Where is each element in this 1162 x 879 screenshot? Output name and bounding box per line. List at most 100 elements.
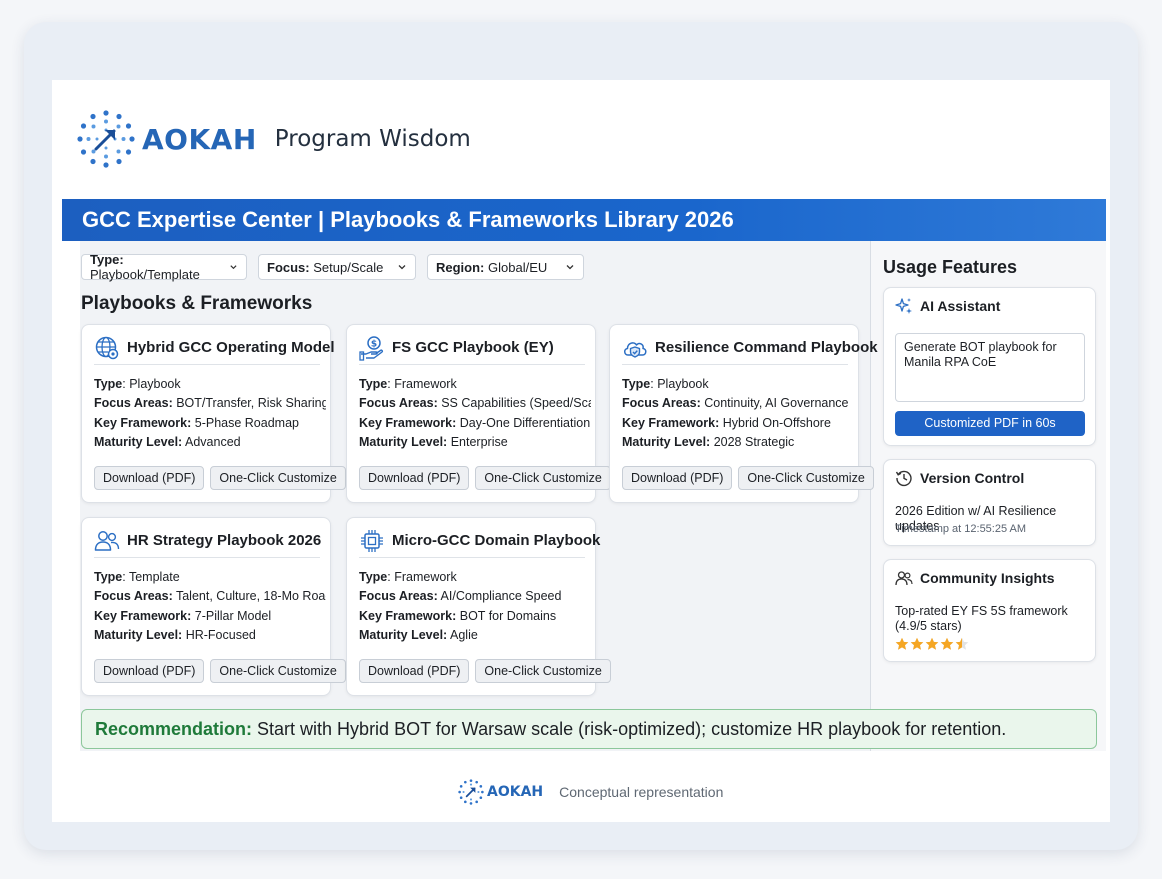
customized-pdf-button[interactable]: Customized PDF in 60s [895, 411, 1085, 436]
card-actions: Download (PDF) One-Click Customize [622, 466, 874, 490]
panel-header: Community Insights [895, 569, 1055, 587]
slide-canvas: AOKAH Program Wisdom GCC Expertise Cente… [52, 80, 1110, 822]
filter-region-dropdown[interactable]: Region: Global/EU [427, 254, 584, 280]
framework-label: Key Framework: [622, 415, 720, 430]
framework-value: 5-Phase Roadmap [194, 415, 299, 430]
version-control-panel: Version Control 2026 Edition w/ AI Resil… [883, 459, 1096, 546]
star-full-icon [925, 637, 939, 650]
framework-value: Day-One Differentiation [459, 415, 591, 430]
focus-value: AI/Compliance Speed [440, 589, 562, 604]
one-click-customize-button[interactable]: One-Click Customize [210, 466, 346, 490]
playbook-card: $ FS GCC Playbook (EY) Type: Framework F… [346, 324, 611, 503]
community-people-icon [895, 571, 913, 586]
filter-type-label: Type: [90, 252, 124, 267]
type-label: Type [94, 570, 123, 584]
one-click-customize-button[interactable]: One-Click Customize [475, 659, 611, 683]
footer: AOKAH Conceptual representation [457, 777, 723, 807]
footer-brand-name: AOKAH [487, 784, 544, 800]
type-label: Type [359, 377, 388, 391]
footer-note: Conceptual representation [559, 784, 724, 800]
card-type-row: Type: Framework [359, 570, 457, 584]
focus-value: Continuity, AI Governance [704, 396, 849, 411]
card-title: HR Strategy Playbook 2026 [127, 532, 322, 549]
card-framework-row: Key Framework: BOT for Domains [359, 607, 591, 626]
filter-type-text: Type: Playbook/Template [90, 252, 221, 282]
brand-name: AOKAH [142, 122, 257, 156]
card-header: Micro-GCC Domain Playbook [359, 528, 600, 558]
maturity-label: Maturity Level: [359, 627, 448, 642]
people-icon [94, 530, 120, 551]
filter-region-text: Region: Global/EU [436, 260, 547, 275]
version-timestamp: Timestamp at 12:55:25 AM [895, 523, 1027, 535]
globe-gear-icon [95, 336, 119, 359]
card-actions: Download (PDF) One-Click Customize [94, 466, 346, 490]
filter-region-value: Global/EU [488, 259, 548, 275]
card-details: Type: Framework Focus Areas: AI/Complian… [359, 568, 591, 645]
card-header: HR Strategy Playbook 2026 [94, 528, 322, 558]
filter-type-dropdown[interactable]: Type: Playbook/Template [81, 252, 247, 282]
star-full-icon [910, 637, 924, 650]
sparkle-icon [895, 298, 912, 314]
ai-prompt-input[interactable]: Generate BOT playbook for Manila RPA CoE [895, 333, 1085, 402]
chevron-down-icon [230, 265, 237, 270]
type-value: Playbook [657, 377, 709, 391]
card-actions: Download (PDF) One-Click Customize [359, 466, 611, 490]
card-maturity-row: Maturity Level: Enterprise [359, 433, 591, 452]
card-type-row: Type: Framework [359, 377, 457, 391]
star-rating [895, 637, 969, 651]
card-header: Resilience Command Playbook [622, 335, 878, 365]
playbook-card: Hybrid GCC Operating Model Type: Playboo… [81, 324, 346, 503]
focus-label: Focus Areas: [94, 589, 173, 604]
community-insights-title: Community Insights [920, 570, 1055, 586]
card-actions: Download (PDF) One-Click Customize [94, 659, 346, 683]
download-pdf-button[interactable]: Download (PDF) [94, 466, 205, 490]
download-pdf-button[interactable]: Download (PDF) [359, 466, 470, 490]
download-pdf-button[interactable]: Download (PDF) [622, 466, 733, 490]
framework-value: Hybrid On-Offshore [722, 415, 831, 430]
download-pdf-button[interactable]: Download (PDF) [359, 659, 470, 683]
type-value: Playbook [129, 377, 181, 391]
one-click-customize-button[interactable]: One-Click Customize [475, 466, 611, 490]
maturity-label: Maturity Level: [94, 627, 183, 642]
page-title-banner: GCC Expertise Center | Playbooks & Frame… [62, 199, 1106, 241]
card-maturity-row: Maturity Level: 2028 Strategic [622, 433, 854, 452]
ai-assistant-title: AI Assistant [920, 298, 1001, 314]
aokah-logo-icon [458, 779, 484, 805]
maturity-value: Advanced [185, 434, 241, 449]
brand-subtitle: Program Wisdom [274, 126, 471, 152]
playbook-card: HR Strategy Playbook 2026 Type: Template… [81, 517, 346, 696]
card-type-row: Type: Playbook [94, 377, 181, 391]
framework-value: 7-Pillar Model [194, 608, 272, 623]
card-framework-row: Key Framework: 5-Phase Roadmap [94, 414, 326, 433]
type-value: Framework [394, 570, 457, 584]
card-details: Type: Playbook Focus Areas: Continuity, … [622, 375, 854, 452]
focus-value: Talent, Culture, 18-Mo Roadmap [175, 589, 326, 604]
maturity-label: Maturity Level: [622, 434, 711, 449]
card-focus-row: Focus Areas: Continuity, AI Governance [622, 394, 854, 413]
version-control-title: Version Control [920, 470, 1025, 486]
framework-label: Key Framework: [94, 608, 192, 623]
card-title: Hybrid GCC Operating Model [127, 339, 335, 356]
one-click-customize-button[interactable]: One-Click Customize [210, 659, 346, 683]
card-focus-row: Focus Areas: AI/Compliance Speed [359, 587, 591, 606]
star-full-icon [895, 637, 909, 650]
type-label: Type [622, 377, 651, 391]
focus-label: Focus Areas: [94, 396, 173, 411]
card-maturity-row: Maturity Level: Aglie [359, 626, 591, 645]
maturity-value: 2028 Strategic [713, 434, 795, 449]
card-focus-row: Focus Areas: Talent, Culture, 18-Mo Road… [94, 587, 326, 606]
maturity-value: HR-Focused [185, 627, 256, 642]
card-focus-row: Focus Areas: SS Capabilities (Speed/Scal… [359, 394, 591, 413]
card-framework-row: Key Framework: Day-One Differentiation [359, 414, 591, 433]
focus-label: Focus Areas: [359, 396, 438, 411]
brand-header: AOKAH Program Wisdom [74, 106, 471, 172]
history-icon [895, 470, 912, 487]
playbook-card: Micro-GCC Domain Playbook Type: Framewor… [346, 517, 611, 696]
one-click-customize-button[interactable]: One-Click Customize [738, 466, 874, 490]
filter-focus-value: Setup/Scale [313, 259, 384, 275]
maturity-label: Maturity Level: [359, 434, 448, 449]
framework-label: Key Framework: [359, 415, 457, 430]
filter-focus-dropdown[interactable]: Focus: Setup/Scale [258, 254, 416, 280]
download-pdf-button[interactable]: Download (PDF) [94, 659, 205, 683]
ai-assistant-panel: AI Assistant Generate BOT playbook for M… [883, 287, 1096, 446]
